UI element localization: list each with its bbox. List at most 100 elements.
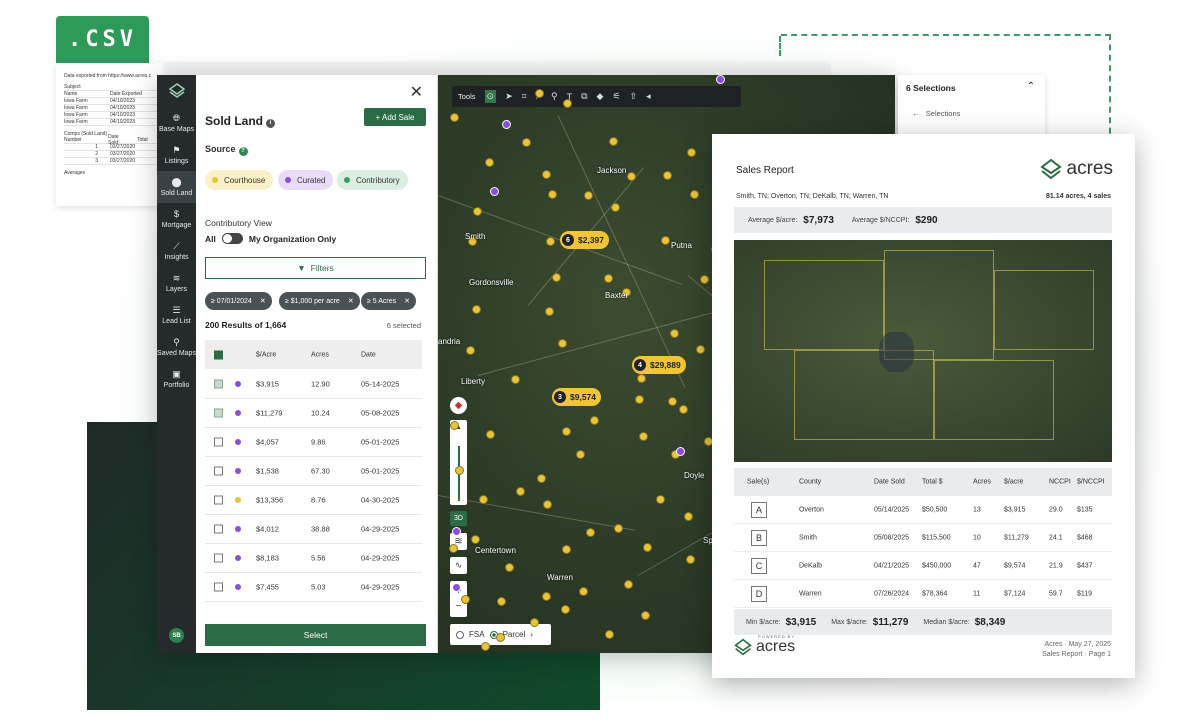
sale-marker[interactable] xyxy=(548,190,557,199)
sale-marker[interactable] xyxy=(663,171,672,180)
sale-marker[interactable] xyxy=(584,191,593,200)
sale-marker[interactable] xyxy=(576,450,585,459)
curated-marker[interactable] xyxy=(490,187,499,196)
sale-marker[interactable] xyxy=(450,421,459,430)
sale-marker[interactable] xyxy=(471,535,480,544)
sale-marker[interactable] xyxy=(686,555,695,564)
sale-marker[interactable] xyxy=(530,618,539,627)
row-checkbox[interactable] xyxy=(214,408,223,418)
info-icon[interactable]: i xyxy=(266,119,275,128)
avatar[interactable]: SB xyxy=(169,628,184,643)
chevron-right-icon[interactable]: › xyxy=(530,630,533,639)
pointer-icon[interactable]: ➤ xyxy=(505,91,513,102)
sale-marker[interactable] xyxy=(497,597,506,606)
filter-chip[interactable]: ≥ 07/01/2024 ✕ xyxy=(205,292,272,310)
lasso-select-icon[interactable]: ⊙ xyxy=(484,90,497,103)
row-checkbox[interactable] xyxy=(214,379,223,389)
shape-icon[interactable]: ⧉ xyxy=(581,91,587,102)
sale-marker[interactable] xyxy=(614,524,623,533)
nav-item-layers[interactable]: ≋ Layers xyxy=(157,267,196,299)
table-row[interactable]: $8,183 5.56 04-29-2025 xyxy=(205,544,422,573)
sale-marker[interactable] xyxy=(449,544,458,553)
sale-marker[interactable] xyxy=(627,172,636,181)
sale-marker[interactable] xyxy=(496,633,505,642)
sale-marker[interactable] xyxy=(586,528,595,537)
curated-marker[interactable] xyxy=(502,120,511,129)
table-row[interactable]: $13,356 8.76 04-30-2025 xyxy=(205,486,422,515)
cluster-marker[interactable]: 6 $2,397 xyxy=(560,231,609,249)
nav-item-listings[interactable]: ⚑ Listings xyxy=(157,139,196,171)
sale-marker[interactable] xyxy=(552,273,561,282)
sale-marker[interactable] xyxy=(472,305,481,314)
nav-item-lead-list[interactable]: ☰ Lead List xyxy=(157,299,196,331)
table-row[interactable]: $4,012 38.88 04-29-2025 xyxy=(205,515,422,544)
sale-marker[interactable] xyxy=(450,113,459,122)
nav-item-portfolio[interactable]: ▣ Portfolio xyxy=(157,363,196,395)
sale-marker[interactable] xyxy=(624,580,633,589)
sale-marker[interactable] xyxy=(635,395,644,404)
sale-marker[interactable] xyxy=(687,148,696,157)
row-checkbox[interactable] xyxy=(214,466,223,476)
sale-marker[interactable] xyxy=(611,203,620,212)
org-toggle[interactable] xyxy=(221,233,243,244)
table-row[interactable]: $4,057 9.86 05-01-2025 xyxy=(205,428,422,457)
sale-marker[interactable] xyxy=(696,345,705,354)
help-icon[interactable]: ? xyxy=(238,147,248,156)
sale-marker[interactable] xyxy=(684,512,693,521)
col-price[interactable]: $/Acre xyxy=(256,351,276,358)
sale-marker[interactable] xyxy=(481,642,490,651)
filter-chip[interactable]: ≥ $1,000 per acre ✕ xyxy=(279,292,360,310)
sale-marker[interactable] xyxy=(542,170,551,179)
sale-marker[interactable] xyxy=(511,375,520,384)
sale-marker[interactable] xyxy=(546,237,555,246)
collapse-icon[interactable]: ◂ xyxy=(646,91,651,102)
nav-item-saved-maps[interactable]: ⚲ Saved Maps xyxy=(157,331,196,363)
add-sale-button[interactable]: + Add Sale xyxy=(364,108,426,126)
sale-marker[interactable] xyxy=(479,495,488,504)
sale-marker[interactable] xyxy=(605,630,614,639)
zoom-slider[interactable]: ▲ xyxy=(450,420,467,505)
3d-button[interactable]: 3D xyxy=(450,511,467,526)
table-row[interactable]: $7,455 5.03 04-29-2025 xyxy=(205,573,422,602)
sale-marker[interactable] xyxy=(486,430,495,439)
curated-marker[interactable] xyxy=(716,75,725,84)
source-chip-courthouse[interactable]: Courthouse xyxy=(205,170,274,190)
select-all-checkbox[interactable] xyxy=(214,350,223,359)
measure-icon[interactable]: ⚟ xyxy=(612,91,620,102)
curated-marker[interactable] xyxy=(676,447,685,456)
sale-marker[interactable] xyxy=(656,495,665,504)
col-date[interactable]: Date xyxy=(361,351,376,358)
cluster-marker[interactable]: 3 $9,574 xyxy=(552,388,601,406)
sale-marker[interactable] xyxy=(561,605,570,614)
nav-item-insights[interactable]: ⟋ Insights xyxy=(157,235,196,267)
sale-marker[interactable] xyxy=(485,158,494,167)
close-icon[interactable]: ✕ xyxy=(404,297,410,305)
sale-marker[interactable] xyxy=(609,137,618,146)
sale-marker[interactable] xyxy=(537,474,546,483)
close-icon[interactable]: ✕ xyxy=(348,297,354,305)
filters-button[interactable]: ▼ Filters xyxy=(205,257,426,279)
sale-marker[interactable] xyxy=(542,592,551,601)
sale-marker[interactable] xyxy=(505,563,514,572)
row-checkbox[interactable] xyxy=(214,495,223,505)
sale-marker[interactable] xyxy=(563,99,572,108)
row-checkbox[interactable] xyxy=(214,553,223,563)
sale-marker[interactable] xyxy=(545,307,554,316)
insights-icon[interactable]: ∿ xyxy=(450,557,467,574)
nav-item-mortgage[interactable]: $ Mortgage xyxy=(157,203,196,235)
sale-marker[interactable] xyxy=(522,138,531,147)
sale-marker[interactable] xyxy=(579,587,588,596)
row-checkbox[interactable] xyxy=(214,524,223,534)
crop-icon[interactable]: ⌗ xyxy=(522,91,527,102)
curated-marker[interactable] xyxy=(452,527,461,536)
zoom-out-icon[interactable]: − xyxy=(456,601,462,612)
acres-logo-icon[interactable] xyxy=(157,75,196,107)
sale-marker[interactable] xyxy=(637,374,646,383)
table-row[interactable]: $1,538 67.30 05-01-2025 xyxy=(205,457,422,486)
col-acres[interactable]: Acres xyxy=(311,351,329,358)
nav-item-sold-land[interactable]: ⬤ Sold Land xyxy=(157,171,196,203)
upload-icon[interactable]: ⇧ xyxy=(630,91,638,102)
row-checkbox[interactable] xyxy=(214,582,223,592)
table-row[interactable]: $11,279 10.24 05-08-2025 xyxy=(205,399,422,428)
sale-marker[interactable] xyxy=(639,432,648,441)
